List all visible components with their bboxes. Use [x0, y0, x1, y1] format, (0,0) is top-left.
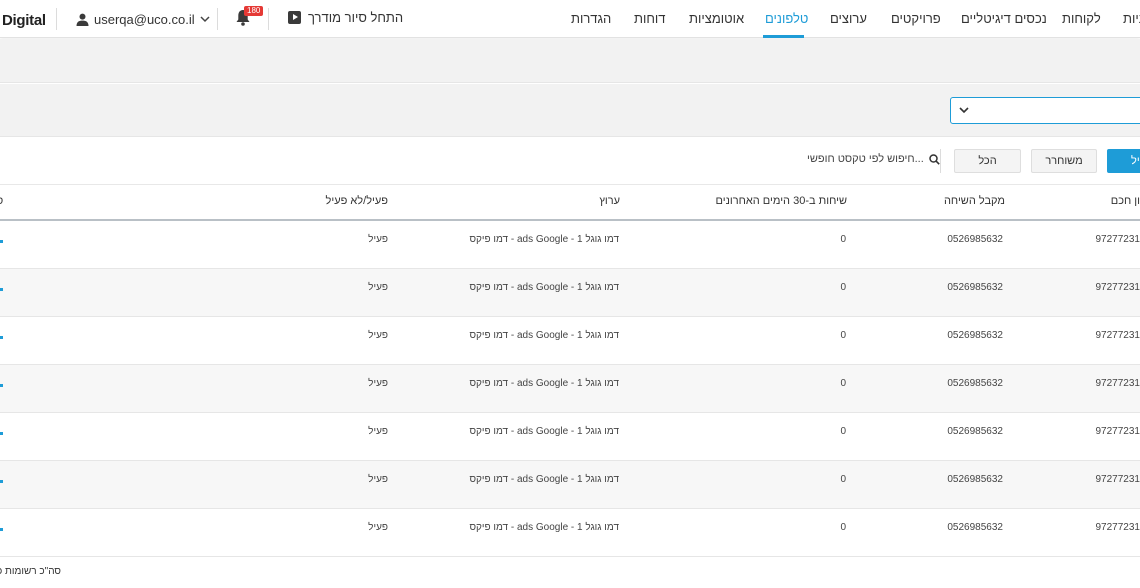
nav-settings[interactable]: הגדרות: [571, 11, 611, 26]
cell-phone: 97277231: [1095, 378, 1140, 389]
cell-calls: 0: [840, 426, 846, 437]
chevron-down-icon: [200, 15, 210, 22]
divider: [940, 149, 941, 173]
cell-status: פעיל: [368, 426, 388, 437]
filter-released-button[interactable]: משוחרר: [1031, 149, 1097, 173]
row-action-link[interactable]: [0, 480, 3, 483]
cell-calls: 0: [840, 378, 846, 389]
cell-phone: 97277231: [1095, 474, 1140, 485]
search-placeholder: חיפוש לפי טקסט חופשי...: [807, 153, 924, 165]
active-tab-indicator: [763, 35, 804, 38]
cell-phone: 97277231: [1095, 282, 1140, 293]
cell-phone: 97277231: [1095, 522, 1140, 533]
play-icon: [288, 11, 301, 24]
cell-status: פעיל: [368, 330, 388, 341]
toolbar-band: [0, 39, 1140, 83]
row-action-link[interactable]: [0, 384, 3, 387]
column-header-partial[interactable]: ס: [0, 195, 3, 207]
table-row[interactable]: 97277231 0526985632 0 דמו פיקס - ads Goo…: [0, 413, 1140, 461]
cell-channel: דמו פיקס - ads Google - דמו גוגל 1: [469, 234, 619, 245]
cell-status: פעיל: [368, 282, 388, 293]
guided-tour-label: התחל סיור מודרך: [308, 10, 404, 25]
user-icon: [76, 13, 89, 26]
cell-calls: 0: [840, 474, 846, 485]
filter-active-button[interactable]: יל: [1107, 149, 1140, 173]
row-action-link[interactable]: [0, 528, 3, 531]
column-header-receiver[interactable]: מקבל השיחה: [944, 195, 1005, 207]
brand-logo: Digital: [2, 12, 46, 29]
column-header-phone[interactable]: ון חכם: [1111, 195, 1140, 207]
cell-receiver: 0526985632: [947, 474, 1003, 485]
search-icon: [929, 153, 940, 165]
row-action-link[interactable]: [0, 240, 3, 243]
nav-projects[interactable]: פרויקטים: [891, 11, 941, 26]
total-records-label: סה"כ רשומות כ: [0, 566, 61, 577]
nav-customers[interactable]: לקוחות: [1062, 11, 1101, 26]
cell-status: פעיל: [368, 522, 388, 533]
cell-calls: 0: [840, 282, 846, 293]
table-row[interactable]: 97277231 0526985632 0 דמו פיקס - ads Goo…: [0, 317, 1140, 365]
row-action-link[interactable]: [0, 336, 3, 339]
nav-channels[interactable]: ערוצים: [830, 11, 867, 26]
cell-phone: 97277231: [1095, 330, 1140, 341]
cell-status: פעיל: [368, 474, 388, 485]
cell-channel: דמו פיקס - ads Google - דמו גוגל 1: [469, 474, 619, 485]
chevron-down-icon: [959, 107, 969, 114]
cell-receiver: 0526985632: [947, 282, 1003, 293]
table-row[interactable]: 97277231 0526985632 0 דמו פיקס - ads Goo…: [0, 269, 1140, 317]
cell-phone: 97277231: [1095, 234, 1140, 245]
user-email: userqa@uco.co.il: [94, 11, 195, 27]
top-navbar: Digital userqa@uco.co.il 180 התחל סיור מ…: [0, 0, 1140, 38]
divider: [56, 8, 57, 30]
cell-receiver: 0526985632: [947, 522, 1003, 533]
cell-receiver: 0526985632: [947, 426, 1003, 437]
nav-automations[interactable]: אוטומציות: [689, 11, 744, 26]
filter-all-button[interactable]: הכל: [954, 149, 1021, 173]
guided-tour-button[interactable]: התחל סיור מודרך: [288, 10, 403, 25]
nav-phones[interactable]: טלפונים: [765, 11, 808, 26]
table-row[interactable]: 97277231 0526985632 0 דמו פיקס - ads Goo…: [0, 221, 1140, 269]
cell-calls: 0: [840, 522, 846, 533]
column-header-channel[interactable]: ערוץ: [599, 195, 620, 207]
search-input[interactable]: חיפוש לפי טקסט חופשי...: [807, 153, 940, 165]
divider: [268, 8, 269, 30]
row-action-link[interactable]: [0, 288, 3, 291]
cell-phone: 97277231: [1095, 426, 1140, 437]
nav-digital-assets[interactable]: נכסים דיגיטליים: [961, 11, 1047, 26]
cell-status: פעיל: [368, 378, 388, 389]
cell-channel: דמו פיקס - ads Google - דמו גוגל 1: [469, 282, 619, 293]
column-header-calls[interactable]: שיחות ב-30 הימים האחרונים: [715, 195, 847, 207]
cell-calls: 0: [840, 330, 846, 341]
divider: [0, 184, 1140, 185]
select-dropdown[interactable]: [950, 97, 1140, 124]
cell-status: פעיל: [368, 234, 388, 245]
cell-receiver: 0526985632: [947, 330, 1003, 341]
cell-channel: דמו פיקס - ads Google - דמו גוגל 1: [469, 426, 619, 437]
cell-receiver: 0526985632: [947, 378, 1003, 389]
cell-calls: 0: [840, 234, 846, 245]
row-action-link[interactable]: [0, 432, 3, 435]
column-header-status[interactable]: פעיל/לא פעיל: [326, 195, 388, 207]
nav-reports[interactable]: דוחות: [634, 11, 666, 26]
cell-channel: דמו פיקס - ads Google - דמו גוגל 1: [469, 378, 619, 389]
nav-partial-item[interactable]: ניות: [1123, 11, 1140, 26]
cell-channel: דמו פיקס - ads Google - דמו גוגל 1: [469, 522, 619, 533]
user-menu[interactable]: userqa@uco.co.il: [76, 10, 210, 28]
table-row[interactable]: 97277231 0526985632 0 דמו פיקס - ads Goo…: [0, 509, 1140, 557]
divider: [217, 8, 218, 30]
table-row[interactable]: 97277231 0526985632 0 דמו פיקס - ads Goo…: [0, 365, 1140, 413]
cell-receiver: 0526985632: [947, 234, 1003, 245]
cell-channel: דמו פיקס - ads Google - דמו גוגל 1: [469, 330, 619, 341]
table-row[interactable]: 97277231 0526985632 0 דמו פיקס - ads Goo…: [0, 461, 1140, 509]
notification-badge: 180: [244, 6, 264, 16]
